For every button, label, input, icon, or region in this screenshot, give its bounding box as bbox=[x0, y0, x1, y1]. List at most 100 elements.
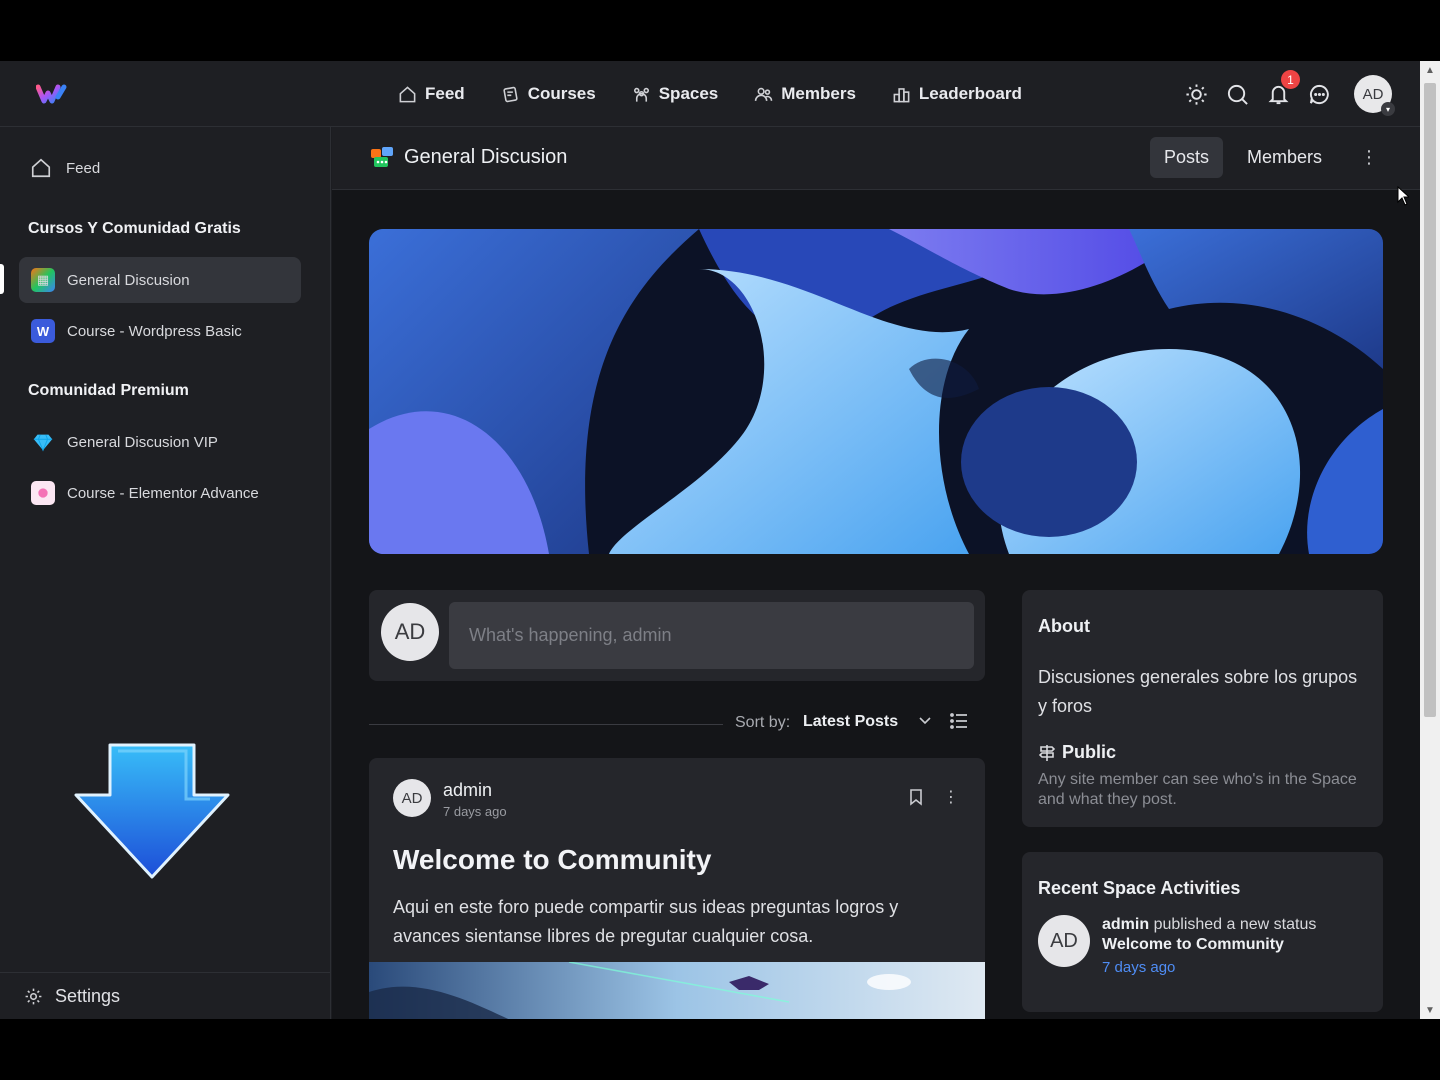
book-icon bbox=[503, 86, 518, 102]
nav-courses-label: Courses bbox=[527, 84, 596, 103]
sidebar-group-heading-premium: Comunidad Premium bbox=[28, 382, 189, 399]
sort-bar: Sort by: Latest Posts bbox=[369, 710, 985, 740]
space-title: General Discusion bbox=[368, 143, 567, 171]
recent-heading: Recent Space Activities bbox=[1038, 878, 1241, 898]
sort-label: Sort by: bbox=[735, 714, 791, 731]
scrollbar-thumb[interactable] bbox=[1424, 83, 1436, 717]
sidebar-item-general-discusion[interactable]: ▦ General Discusion bbox=[19, 257, 301, 303]
activity-target[interactable]: Welcome to Community bbox=[1102, 936, 1284, 954]
page-scrollbar[interactable]: ▲ ▼ bbox=[1420, 61, 1440, 1019]
post-body: Aqui en este foro puede compartir sus id… bbox=[393, 897, 899, 946]
status-input[interactable]: What's happening, admin bbox=[449, 602, 974, 669]
post-composer: AD What's happening, admin bbox=[369, 590, 985, 681]
space-title-text: General Discusion bbox=[404, 145, 568, 168]
nav-spaces-label: Spaces bbox=[658, 84, 719, 103]
app-window: Feed Courses Spaces Members Leaderboard bbox=[0, 61, 1420, 1019]
sidebar-item-wordpress-basic[interactable]: W Course - Wordpress Basic bbox=[19, 308, 301, 354]
avatar: AD bbox=[381, 603, 439, 661]
scroll-down-icon[interactable]: ▼ bbox=[1425, 1005, 1435, 1016]
signpost-icon bbox=[1038, 744, 1056, 761]
privacy-description: Any site member can see who's in the Spa… bbox=[1038, 771, 1357, 808]
nav-feed-label: Feed bbox=[425, 84, 465, 103]
post-more-options-icon[interactable]: ⋮ bbox=[943, 787, 959, 807]
nav-leaderboard[interactable]: Leaderboard bbox=[892, 84, 1022, 104]
tab-posts[interactable]: Posts bbox=[1149, 137, 1223, 178]
privacy-label: Public bbox=[1038, 742, 1116, 763]
search-button[interactable] bbox=[1225, 82, 1249, 106]
sidebar-item-label: Course - Elementor Advance bbox=[67, 484, 259, 502]
sidebar: Feed Cursos Y Comunidad Gratis ▦ General… bbox=[0, 127, 331, 1019]
tab-members[interactable]: Members bbox=[1233, 137, 1336, 178]
post-title[interactable]: Welcome to Community bbox=[393, 844, 711, 876]
diamond-icon bbox=[31, 430, 55, 454]
about-heading: About bbox=[1038, 616, 1090, 636]
group-icon bbox=[633, 87, 649, 102]
sort-select[interactable]: Latest Posts bbox=[803, 713, 898, 731]
notifications-button[interactable]: 1 bbox=[1266, 70, 1300, 106]
main-content: General Discusion Posts Members ⋮ AD Wha… bbox=[332, 127, 1420, 1019]
nav-members-label: Members bbox=[781, 84, 856, 103]
more-options-icon[interactable]: ⋮ bbox=[1360, 147, 1378, 168]
nav-feed[interactable]: Feed bbox=[398, 84, 465, 104]
nav-leaderboard-label: Leaderboard bbox=[918, 84, 1022, 103]
podium-icon bbox=[893, 87, 910, 102]
post-author[interactable]: admin bbox=[443, 780, 492, 801]
nav-courses[interactable]: Courses bbox=[501, 84, 596, 104]
user-avatar-initials: AD bbox=[1362, 85, 1384, 103]
sun-icon bbox=[1185, 83, 1207, 105]
chevron-down-icon: ▾ bbox=[1381, 102, 1395, 116]
theme-toggle-button[interactable] bbox=[1184, 82, 1208, 106]
bookmark-icon[interactable] bbox=[907, 788, 925, 806]
nav-members[interactable]: Members bbox=[754, 84, 856, 104]
privacy-value: Public bbox=[1062, 742, 1117, 762]
sidebar-item-label: General Discusion VIP bbox=[67, 433, 218, 451]
sidebar-group-heading-free: Cursos Y Comunidad Gratis bbox=[28, 220, 241, 237]
search-icon bbox=[1227, 84, 1248, 105]
divider bbox=[369, 724, 723, 725]
top-actions: 1 AD ▾ bbox=[1184, 61, 1395, 127]
nav-spaces[interactable]: Spaces bbox=[632, 84, 719, 104]
activity-actor[interactable]: admin bbox=[1102, 916, 1149, 933]
user-avatar-menu[interactable]: AD ▾ bbox=[1354, 75, 1395, 116]
activity-description: admin published a new status bbox=[1102, 916, 1316, 934]
space-cover-image bbox=[369, 229, 1383, 554]
main-nav: Feed Courses Spaces Members Leaderboard bbox=[398, 61, 1022, 127]
space-tabs: Posts Members ⋮ bbox=[1149, 137, 1378, 178]
activity-time[interactable]: 7 days ago bbox=[1102, 959, 1175, 976]
notification-badge: 1 bbox=[1281, 70, 1300, 89]
home-icon bbox=[399, 85, 416, 102]
activity-action: published a new status bbox=[1149, 916, 1317, 933]
sidebar-item-general-discusion-vip[interactable]: General Discusion VIP bbox=[19, 419, 301, 465]
space-emoji-icon bbox=[371, 147, 393, 167]
space-header: General Discusion Posts Members ⋮ bbox=[332, 127, 1420, 190]
chat-icon bbox=[1309, 84, 1329, 104]
sidebar-feed-label: Feed bbox=[66, 159, 101, 177]
settings-label: Settings bbox=[55, 985, 121, 1006]
gear-icon bbox=[25, 988, 42, 1004]
about-description: Discusiones generales sobre los grupos y… bbox=[1038, 667, 1358, 716]
list-view-icon[interactable] bbox=[949, 711, 969, 731]
elementor-icon bbox=[31, 481, 55, 505]
feed-post: AD admin 7 days ago ⋮ Welcome to Communi… bbox=[369, 758, 985, 1019]
chevron-down-icon[interactable] bbox=[917, 712, 933, 728]
sidebar-item-elementor-advance[interactable]: Course - Elementor Advance bbox=[19, 470, 301, 516]
post-time[interactable]: 7 days ago bbox=[443, 804, 507, 819]
active-indicator bbox=[0, 264, 4, 294]
sidebar-item-feed[interactable]: Feed bbox=[30, 157, 100, 179]
top-navbar: Feed Courses Spaces Members Leaderboard bbox=[0, 61, 1420, 127]
users-icon bbox=[755, 87, 773, 101]
mouse-cursor-icon bbox=[1397, 186, 1409, 206]
avatar[interactable]: AD bbox=[1038, 915, 1090, 967]
brand-logo-icon[interactable] bbox=[36, 83, 68, 105]
download-arrow-icon bbox=[74, 743, 230, 879]
avatar[interactable]: AD bbox=[393, 779, 431, 817]
sidebar-item-label: General Discusion bbox=[67, 271, 190, 289]
sidebar-item-label: Course - Wordpress Basic bbox=[67, 322, 242, 340]
settings-link[interactable]: Settings bbox=[0, 972, 331, 1019]
post-image[interactable] bbox=[369, 962, 985, 1019]
space-emoji-icon: ▦ bbox=[31, 268, 55, 292]
scroll-up-icon[interactable]: ▲ bbox=[1425, 65, 1435, 76]
about-card: About Discusiones generales sobre los gr… bbox=[1022, 590, 1383, 827]
recent-activities-card: Recent Space Activities AD admin publish… bbox=[1022, 852, 1383, 1012]
messages-button[interactable] bbox=[1307, 82, 1331, 106]
